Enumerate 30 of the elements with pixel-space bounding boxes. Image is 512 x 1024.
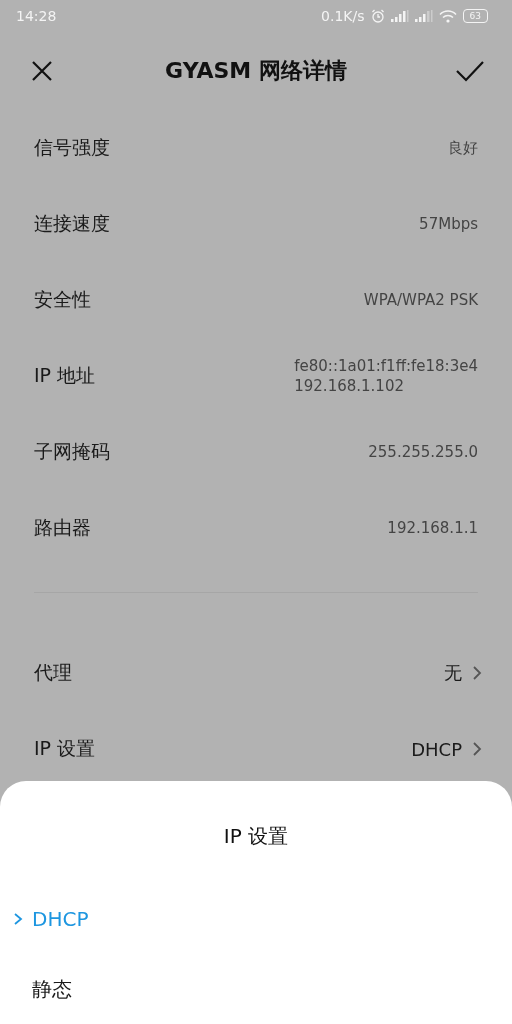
sheet-title: IP 设置 <box>223 823 289 850</box>
page-title: GYASM 网络详情 <box>165 57 347 85</box>
detail-value: 192.168.1.102 <box>294 377 405 395</box>
chevron-icon <box>472 741 482 757</box>
setting-label: 代理 <box>34 660 72 685</box>
battery-icon: 63 <box>462 9 488 23</box>
setting-value: DHCP <box>411 738 462 760</box>
detail-value: 255.255.255.0 <box>368 443 478 461</box>
signal-icon <box>414 10 433 22</box>
time: 14:28 <box>16 8 57 24</box>
detail-value: WPA/WPA2 PSK <box>363 291 478 309</box>
detail-label: 连接速度 <box>34 211 110 236</box>
setting-label: IP 设置 <box>34 736 96 761</box>
wifi-icon <box>438 9 457 23</box>
detail-value: 57Mbps <box>419 215 478 233</box>
detail-value: 良好 <box>448 138 478 158</box>
signal-icon <box>390 10 409 22</box>
chevron-icon <box>472 665 482 681</box>
detail-label: IP 地址 <box>34 363 96 388</box>
detail-value: fe80::1a01:f1ff:fe18:3e4 <box>294 357 478 375</box>
network-speed: 0.1K/s <box>321 8 365 24</box>
chevron-icon <box>12 912 24 926</box>
detail-label: 安全性 <box>34 287 91 312</box>
setting-value: 无 <box>444 661 462 685</box>
detail-value: 192.168.1.1 <box>387 519 478 537</box>
detail-label: 子网掩码 <box>34 439 110 464</box>
option-item[interactable]: 静态 <box>0 954 512 1024</box>
detail-label: 路由器 <box>34 515 91 540</box>
alarm-icon <box>370 9 385 23</box>
detail-label: 信号强度 <box>34 135 110 160</box>
